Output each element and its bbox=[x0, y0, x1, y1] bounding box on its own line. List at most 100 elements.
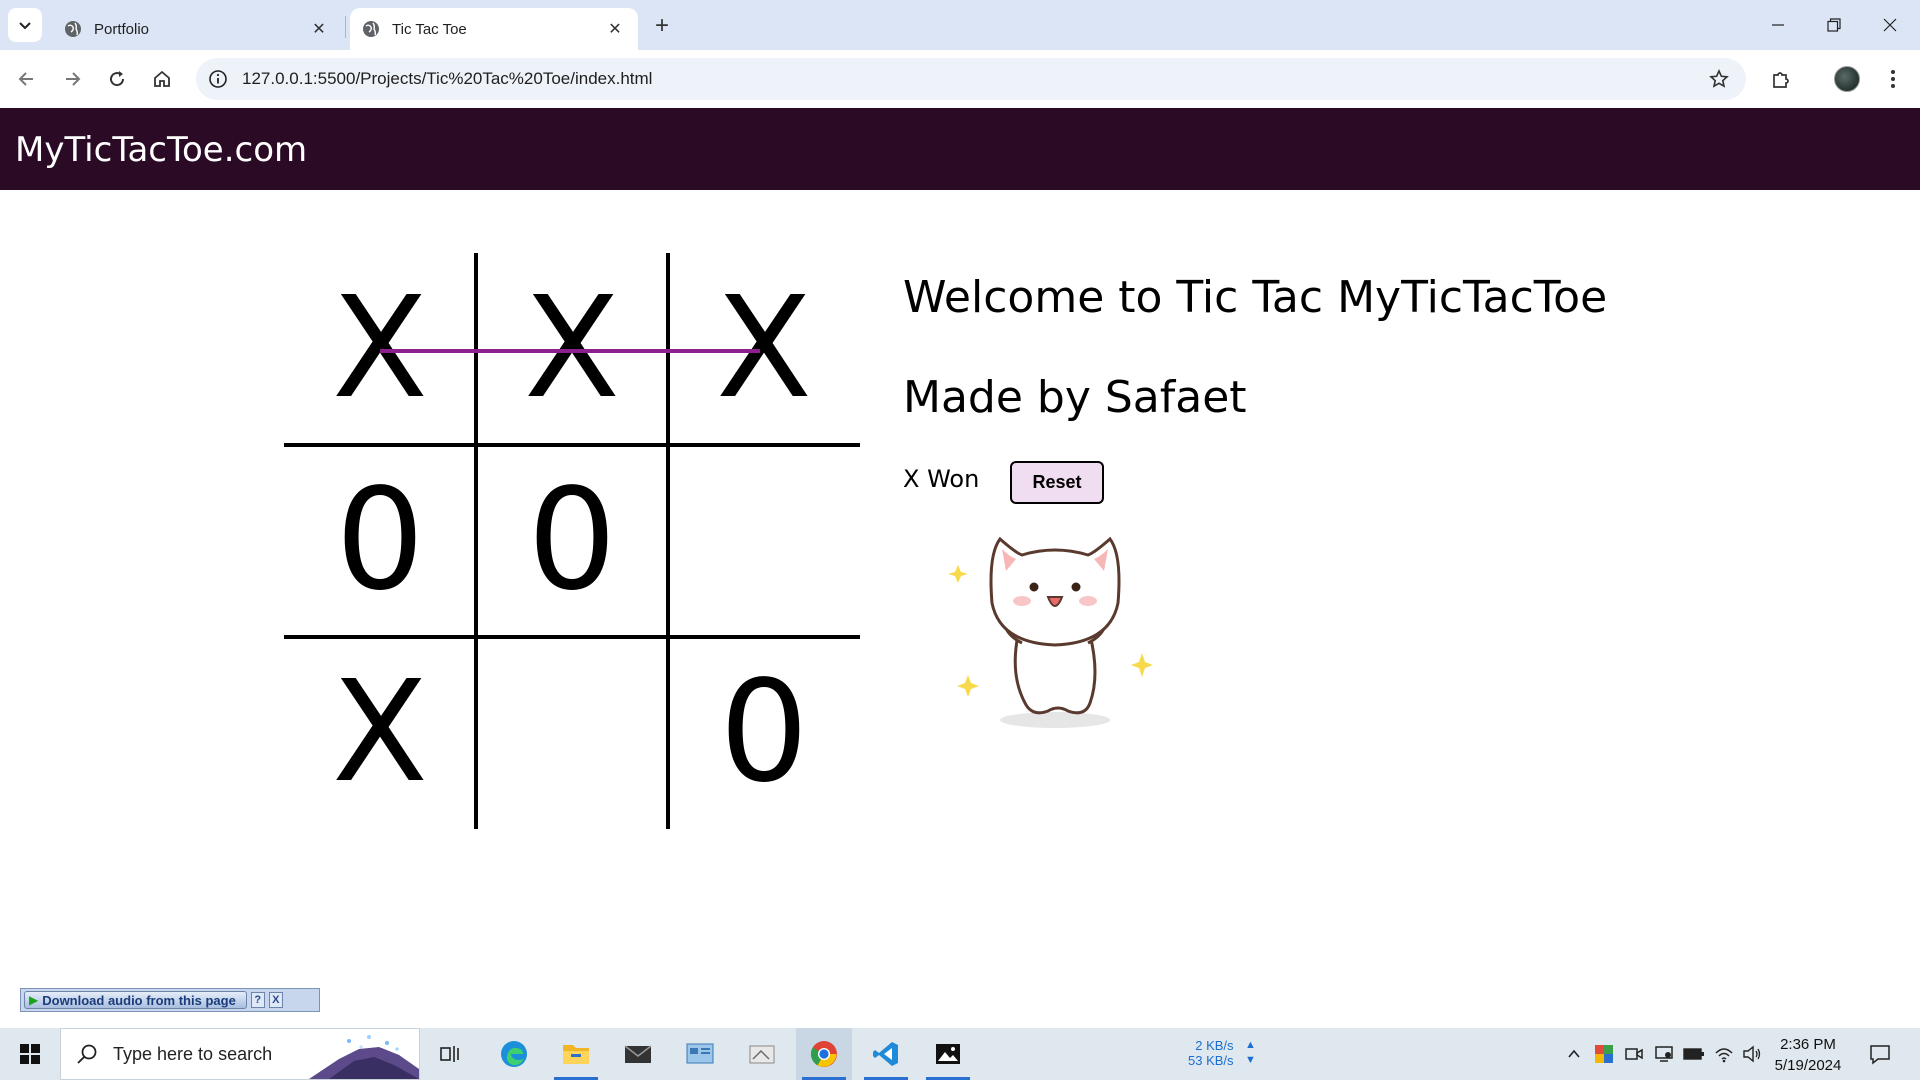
home-icon bbox=[154, 70, 170, 87]
help-icon[interactable]: ? bbox=[250, 992, 265, 1008]
chrome-icon bbox=[810, 1041, 837, 1067]
tab-portfolio[interactable]: Portfolio ✕ bbox=[52, 8, 342, 50]
browser-menu-button[interactable] bbox=[1878, 64, 1908, 94]
windows-logo-icon bbox=[20, 1044, 40, 1064]
home-button[interactable] bbox=[147, 64, 177, 94]
grid-line-vertical bbox=[666, 253, 670, 829]
download-audio-widget: ▶ Download audio from this page ? X bbox=[20, 988, 320, 1012]
new-tab-button[interactable]: + bbox=[648, 12, 676, 40]
close-icon[interactable]: ✕ bbox=[604, 18, 626, 40]
browser-toolbar: 127.0.0.1:5500/Projects/Tic%20Tac%20Toe/… bbox=[0, 50, 1920, 108]
battery-icon bbox=[1683, 1048, 1704, 1060]
network-upload-speed: 2 KB/s bbox=[1195, 1038, 1234, 1053]
edge-icon bbox=[501, 1041, 527, 1067]
network-download-speed: 53 KB/s bbox=[1188, 1053, 1234, 1068]
bookmark-star-icon[interactable] bbox=[1706, 66, 1732, 92]
restore-icon bbox=[1827, 18, 1841, 32]
board-cell-3[interactable]: 0 bbox=[284, 445, 476, 637]
close-icon[interactable]: ✕ bbox=[308, 18, 330, 40]
forward-button[interactable] bbox=[57, 64, 87, 94]
taskbar-control-panel[interactable] bbox=[672, 1028, 728, 1080]
video-camera-icon bbox=[1625, 1048, 1643, 1060]
tab-search-button[interactable] bbox=[8, 8, 42, 42]
more-vertical-icon bbox=[1891, 70, 1895, 88]
globe-icon bbox=[65, 21, 81, 37]
url-text[interactable]: 127.0.0.1:5500/Projects/Tic%20Tac%20Toe/… bbox=[242, 69, 652, 89]
reload-icon bbox=[110, 71, 125, 87]
start-button[interactable] bbox=[0, 1028, 60, 1080]
arrow-left-icon bbox=[18, 72, 33, 86]
taskbar-file-explorer[interactable] bbox=[548, 1028, 604, 1080]
taskbar-clock[interactable]: 2:36 PM 5/19/2024 bbox=[1768, 1034, 1848, 1076]
minimize-button[interactable] bbox=[1750, 0, 1806, 50]
tray-volume-icon[interactable] bbox=[1740, 1042, 1764, 1066]
display-settings-icon bbox=[1655, 1046, 1673, 1062]
arrow-right-icon bbox=[66, 72, 81, 86]
site-info-icon[interactable] bbox=[204, 65, 232, 93]
tray-battery-icon[interactable] bbox=[1682, 1042, 1706, 1066]
tray-wifi-icon[interactable] bbox=[1712, 1042, 1736, 1066]
taskbar-vscode[interactable] bbox=[858, 1028, 914, 1080]
notification-icon bbox=[1870, 1045, 1890, 1065]
chevron-down-icon bbox=[19, 22, 31, 30]
tab-separator bbox=[345, 16, 346, 38]
search-highlight-image bbox=[309, 1035, 419, 1079]
welcome-heading: Welcome to Tic Tac MyTicTacToe bbox=[903, 272, 1608, 323]
winning-line bbox=[380, 349, 760, 353]
show-hidden-icons-button[interactable] bbox=[1562, 1042, 1586, 1066]
notification-center-button[interactable] bbox=[1866, 1040, 1894, 1068]
game-status: X Won bbox=[903, 465, 980, 493]
tray-app-icon[interactable] bbox=[1592, 1042, 1616, 1066]
taskbar-edge[interactable] bbox=[486, 1028, 542, 1080]
taskbar-search[interactable]: Type here to search bbox=[60, 1028, 420, 1080]
vscode-icon bbox=[873, 1042, 898, 1066]
reset-button[interactable]: Reset bbox=[1010, 461, 1104, 504]
reload-button[interactable] bbox=[102, 64, 132, 94]
board-cell-5[interactable] bbox=[668, 445, 860, 637]
globe-icon bbox=[363, 21, 379, 37]
browser-tab-strip: Portfolio ✕ Tic Tac Toe ✕ + bbox=[0, 0, 1920, 50]
minimize-icon bbox=[1772, 24, 1784, 26]
close-window-button[interactable] bbox=[1862, 0, 1918, 50]
network-arrows-icon: ▲ ▼ bbox=[1245, 1039, 1256, 1066]
taskbar-snipping-tool[interactable] bbox=[734, 1028, 790, 1080]
board-cell-6[interactable]: X bbox=[284, 637, 476, 829]
tab-title: Portfolio bbox=[94, 20, 150, 38]
restore-button[interactable] bbox=[1806, 0, 1862, 50]
tab-tic-tac-toe[interactable]: Tic Tac Toe ✕ bbox=[350, 8, 638, 50]
address-bar[interactable]: 127.0.0.1:5500/Projects/Tic%20Tac%20Toe/… bbox=[196, 58, 1746, 100]
puzzle-icon bbox=[1773, 72, 1789, 88]
tray-meet-icon[interactable] bbox=[1622, 1042, 1646, 1066]
author-heading: Made by Safaet bbox=[903, 372, 1247, 423]
speaker-icon bbox=[1743, 1045, 1761, 1063]
download-audio-button[interactable]: ▶ Download audio from this page bbox=[24, 991, 247, 1009]
celebrating-cat-image bbox=[948, 536, 1153, 728]
task-view-icon bbox=[440, 1046, 459, 1062]
site-brand-link[interactable]: MyTicTacToe.com bbox=[15, 130, 307, 170]
site-navbar: MyTicTacToe.com bbox=[0, 108, 1920, 190]
snipping-tool-icon bbox=[749, 1045, 775, 1064]
close-icon bbox=[1883, 18, 1897, 32]
board-cell-7[interactable] bbox=[476, 637, 668, 829]
tray-display-icon[interactable] bbox=[1652, 1042, 1676, 1066]
taskbar-chrome[interactable] bbox=[796, 1028, 852, 1080]
folder-icon bbox=[563, 1045, 589, 1064]
profile-avatar[interactable] bbox=[1834, 66, 1860, 92]
search-placeholder: Type here to search bbox=[113, 1043, 273, 1064]
mail-icon bbox=[624, 1045, 652, 1063]
taskbar-photos[interactable] bbox=[920, 1028, 976, 1080]
game-board: X X X 0 0 X 0 bbox=[284, 253, 860, 829]
clock-time: 2:36 PM bbox=[1780, 1036, 1836, 1053]
board-cell-4[interactable]: 0 bbox=[476, 445, 668, 637]
colorful-app-icon bbox=[1595, 1045, 1613, 1063]
task-view-button[interactable] bbox=[422, 1028, 478, 1080]
grid-line-vertical bbox=[474, 253, 478, 829]
windows-taskbar: Type here to search 2 KB/s 53 KB/s ▲ ▼ 2… bbox=[0, 1028, 1920, 1080]
taskbar-mail[interactable] bbox=[610, 1028, 666, 1080]
board-cell-8[interactable]: 0 bbox=[668, 637, 860, 829]
back-button[interactable] bbox=[12, 64, 42, 94]
close-icon[interactable]: X bbox=[268, 992, 283, 1008]
chevron-up-icon bbox=[1568, 1049, 1580, 1058]
extensions-button[interactable] bbox=[1766, 64, 1796, 94]
clock-date: 5/19/2024 bbox=[1774, 1057, 1842, 1074]
